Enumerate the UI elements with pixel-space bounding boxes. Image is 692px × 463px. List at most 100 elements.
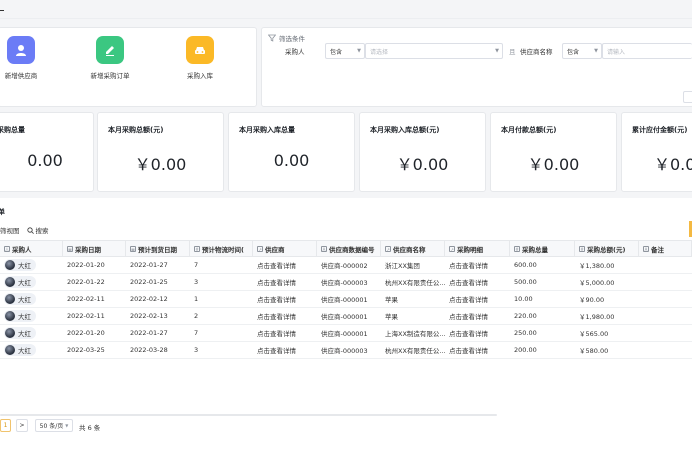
supplier-placeholder: 请输入 xyxy=(607,48,626,56)
table-cell[interactable]: 点击查看详情 xyxy=(445,257,510,273)
stat-title: 本月采购总额(元) xyxy=(108,126,164,134)
column-header[interactable]: A 备注 xyxy=(639,241,692,256)
column-header[interactable]: ↗ 供应商 xyxy=(253,241,317,256)
buyer-name: 大红 xyxy=(18,313,31,321)
table-cell: ￥565.00 xyxy=(579,330,609,338)
table-cell[interactable]: 点击查看详情 xyxy=(253,325,317,341)
car-icon xyxy=(186,36,214,64)
table-cell: 大红 xyxy=(0,257,63,273)
table-cell: 大红 xyxy=(0,325,63,341)
table-row[interactable]: 大红 2022-03-25 2022-03-28 3 点击查看详情 供应商-000003 杭… xyxy=(0,342,692,359)
calendar-icon: ▦ xyxy=(130,245,136,252)
table-cell: 2022-01-27 xyxy=(130,329,168,337)
table-cell: 220.00 xyxy=(514,312,537,320)
page-size-select[interactable]: 50 条/页 ▼ xyxy=(35,419,73,432)
column-header-label: 备注 xyxy=(651,245,664,254)
column-header-label: 供应商数据编号 xyxy=(329,245,375,254)
table-cell xyxy=(639,257,692,273)
table-cell[interactable]: 点击查看详情 xyxy=(253,291,317,307)
view-button[interactable]: 筛视图 xyxy=(0,225,20,235)
stat-value: ￥0.00 xyxy=(527,155,580,174)
purchase-stock-in-action[interactable]: 采购入库 xyxy=(170,36,230,80)
column-header[interactable]: ↗ 采购明细 xyxy=(445,241,510,256)
column-header[interactable]: 人采购人 xyxy=(0,241,63,256)
horizontal-scrollbar[interactable] xyxy=(0,414,497,416)
table-cell: 2022-01-25 xyxy=(130,278,168,286)
supplier-name-input[interactable]: 请输入 xyxy=(602,43,692,59)
table-cell: 供应商-000001 xyxy=(321,313,368,321)
column-header[interactable]: # 采购总量 xyxy=(510,241,575,256)
buyer-placeholder: 请选择 xyxy=(370,48,389,56)
table-cell[interactable]: 点击查看详情 xyxy=(445,308,510,324)
avatar xyxy=(5,311,15,321)
table-cell xyxy=(639,274,692,290)
table-cell: 大红 xyxy=(0,274,63,290)
stat-card-accumulated-payable: 累计应付金额(元) ￥0.0 xyxy=(621,112,692,192)
text-icon: A xyxy=(643,245,649,252)
buyer-operator-select[interactable]: 包含 ▼ xyxy=(325,43,365,59)
table-row[interactable]: 大红 2022-01-20 2022-01-27 7 点击查看详情 供应商-000002 浙… xyxy=(0,257,692,274)
table-row[interactable]: 大红 2022-01-22 2022-01-25 3 点击查看详情 供应商-000003 杭… xyxy=(0,274,692,291)
supplier-operator-select[interactable]: 包含 ▼ xyxy=(562,43,602,59)
filter-icon xyxy=(268,34,276,42)
column-header[interactable]: # 预计物流时间( xyxy=(190,241,253,256)
supplier-name-label: 供应商名称 xyxy=(520,48,553,56)
table-cell[interactable]: 点击查看详情 xyxy=(253,342,317,358)
table-cell: ￥90.00 xyxy=(579,296,605,304)
table-cell: ￥1,980.00 xyxy=(579,313,615,321)
table-row[interactable]: 大红 2022-01-20 2022-01-27 7 点击查看详情 供应商-000001 上… xyxy=(0,325,692,342)
table-cell: ￥1,380.00 xyxy=(579,262,615,270)
column-header-label: 采购总额(元) xyxy=(587,245,626,254)
table-row[interactable]: 大红 2022-02-11 2022-02-12 1 点击查看详情 供应商-000001 苹… xyxy=(0,291,692,308)
table-cell[interactable]: 点击查看详情 xyxy=(253,308,317,324)
table-cell[interactable]: 点击查看详情 xyxy=(445,274,510,290)
column-header-label: 预计物流时间( xyxy=(202,245,244,254)
column-header-label: 供应商 xyxy=(265,245,285,254)
chevron-down-icon: ▼ xyxy=(495,48,499,54)
table-cell: 供应商-000002 xyxy=(321,262,368,270)
table-cell: 2022-02-13 xyxy=(130,312,168,320)
buyer-select[interactable]: 请选择 ▼ xyxy=(365,43,503,59)
search-button[interactable]: 搜索 xyxy=(26,225,49,235)
buyer-name: 大红 xyxy=(18,330,31,338)
table-cell: 500.00 xyxy=(514,278,537,286)
table-cell: 2022-01-27 xyxy=(130,261,168,269)
table-cell: 大红 xyxy=(0,308,63,324)
table-cell[interactable]: 点击查看详情 xyxy=(445,291,510,307)
table-cell: 200.00 xyxy=(514,346,537,354)
table-cell[interactable]: 点击查看详情 xyxy=(253,257,317,273)
add-purchase-order-label: 新增采购订单 xyxy=(90,72,130,80)
avatar xyxy=(5,260,15,270)
table-cell: 7 xyxy=(194,261,199,269)
column-header-label: 采购总量 xyxy=(522,245,548,254)
supplier-operator-value: 包含 xyxy=(567,48,580,56)
column-header[interactable]: ▦ 采购日期 xyxy=(63,241,126,256)
column-header-label: 采购人 xyxy=(12,245,32,254)
table-cell: 上海XX制造有限公... xyxy=(385,330,445,338)
filter-panel xyxy=(261,27,692,107)
add-supplier-action[interactable]: 新增供应商 xyxy=(0,36,51,80)
page-1-button[interactable]: 1 xyxy=(0,419,11,432)
column-header[interactable]: A 供应商数据编号 xyxy=(317,241,381,256)
column-header[interactable]: ▦ 预计到货日期 xyxy=(126,241,190,256)
add-purchase-order-action[interactable]: 新增采购订单 xyxy=(80,36,140,80)
next-page-button[interactable]: > xyxy=(16,419,28,432)
column-header[interactable]: # 采购总额(元) xyxy=(575,241,639,256)
table-cell[interactable]: 点击查看详情 xyxy=(445,342,510,358)
table-cell: 3 xyxy=(194,278,199,286)
stat-card-purchase-total: 采购总量 0.00 xyxy=(0,112,94,192)
table-cell[interactable]: 点击查看详情 xyxy=(253,274,317,290)
table-cell xyxy=(639,342,692,358)
table-cell: 2022-02-12 xyxy=(130,295,168,303)
table-header: 人采购人 ▦ 采购日期 ▦ 预计到货日期 # 预计物流时间(↗ 供应商 A 供应商数据编号 ↗ 供应商… xyxy=(0,240,692,257)
column-header-label: 采购日期 xyxy=(75,245,101,254)
user-icon xyxy=(7,36,35,64)
stat-card-month-stock-in-amount: 本月采购入库总额(元) ￥0.00 xyxy=(359,112,486,192)
stat-card-month-payment-amount: 本月付款总额(元) ￥0.00 xyxy=(490,112,617,192)
table-toolbar: 筛视图 搜索 xyxy=(0,225,49,235)
filter-reset-button[interactable] xyxy=(683,91,692,103)
table-cell[interactable]: 点击查看详情 xyxy=(445,325,510,341)
table-row[interactable]: 大红 2022-02-11 2022-02-13 2 点击查看详情 供应商-000001 苹… xyxy=(0,308,692,325)
stat-value: 0.00 xyxy=(273,151,310,170)
column-header[interactable]: ↗ 供应商名称 xyxy=(381,241,445,256)
